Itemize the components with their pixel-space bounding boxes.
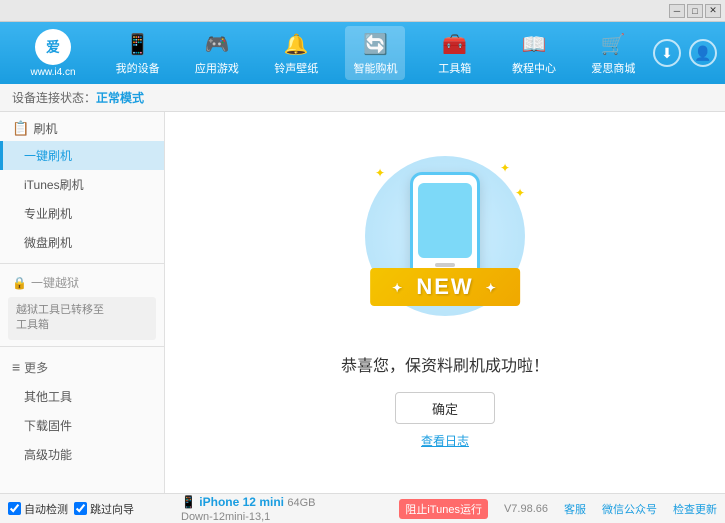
nav-mall-label: 爱思商城 [591, 60, 635, 76]
my-device-icon: 📱 [124, 30, 152, 58]
more-section-label: 更多 [24, 359, 48, 376]
auto-connect-checkbox[interactable]: 自动检测 [8, 501, 68, 517]
nav-ringtones[interactable]: 🔔 铃声壁纸 [266, 26, 326, 80]
download-button[interactable]: ⬇ [653, 39, 681, 67]
sparkle-2: ✦ [500, 161, 510, 175]
more-section-icon: ≡ [12, 359, 20, 375]
nav-tutorials-label: 教程中心 [512, 60, 556, 76]
nav-apps-games[interactable]: 🎮 应用游戏 [187, 26, 247, 80]
nav-apps-games-label: 应用游戏 [195, 60, 239, 76]
flash-section-icon: 📋 [12, 120, 29, 137]
jailbreak-note: 越狱工具已转移至 工具箱 [8, 297, 156, 340]
new-banner: NEW [370, 268, 520, 306]
new-label: NEW [416, 274, 473, 299]
illustration: ✦ ✦ ✦ NEW [345, 156, 545, 336]
back-link[interactable]: 查看日志 [421, 432, 469, 449]
header-right: ⬇ 👤 [653, 39, 717, 67]
flash-section-title: 📋 刷机 [0, 112, 164, 141]
nav-toolbox[interactable]: 🧰 工具箱 [425, 26, 485, 80]
flash-section-label: 刷机 [33, 120, 57, 137]
confirm-button[interactable]: 确定 [395, 392, 495, 424]
skip-wizard-checkbox[interactable]: 跳过向导 [74, 501, 134, 517]
user-button[interactable]: 👤 [689, 39, 717, 67]
auto-connect-label: 自动检测 [24, 501, 68, 517]
title-bar: ─ □ ✕ [0, 0, 725, 22]
sidebar-item-download-firmware[interactable]: 下载固件 [0, 411, 164, 440]
maximize-button[interactable]: □ [687, 4, 703, 18]
toolbox-icon: 🧰 [441, 30, 469, 58]
logo-subtext: www.i4.cn [30, 67, 75, 78]
device-name: iPhone 12 mini [199, 495, 284, 509]
sidebar-divider-1 [0, 263, 164, 264]
device-storage: 64GB [287, 497, 315, 509]
minimize-button[interactable]: ─ [669, 4, 685, 18]
bottom-right: 阻止iTunes运行 V7.98.66 客服 微信公众号 检查更新 [399, 499, 717, 519]
more-section-title: ≡ 更多 [0, 353, 164, 382]
nav-bar: 📱 我的设备 🎮 应用游戏 🔔 铃声壁纸 🔄 智能购机 🧰 工具箱 📖 教程中心… [98, 26, 653, 80]
header: 爱 www.i4.cn 📱 我的设备 🎮 应用游戏 🔔 铃声壁纸 🔄 智能购机 … [0, 22, 725, 84]
sidebar: 📋 刷机 一键刷机 iTunes刷机 专业刷机 微盘刷机 🔒 一键越狱 越狱工具… [0, 112, 165, 493]
logo-area: 爱 www.i4.cn [8, 29, 98, 78]
phone-icon: 📱 [181, 495, 196, 509]
sidebar-item-one-click-flash[interactable]: 一键刷机 [0, 141, 164, 170]
content-area: ✦ ✦ ✦ NEW 恭喜您，保资料刷机成功啦！ 确定 查看日志 [165, 112, 725, 493]
skip-wizard-label: 跳过向导 [90, 501, 134, 517]
stop-itunes-button[interactable]: 阻止iTunes运行 [399, 499, 488, 519]
advanced-label: 高级功能 [24, 448, 72, 462]
nav-smart-shop-label: 智能购机 [353, 60, 397, 76]
nav-tutorials[interactable]: 📖 教程中心 [504, 26, 564, 80]
bottom-left: 自动检测 跳过向导 [8, 501, 173, 517]
nav-ringtones-label: 铃声壁纸 [274, 60, 318, 76]
jailbreak-section-title: 🔒 一键越狱 [0, 270, 164, 295]
device-info: 📱 iPhone 12 mini 64GB Down-12mini-13,1 [173, 495, 399, 523]
skip-wizard-input[interactable] [74, 502, 87, 515]
wechat-link[interactable]: 微信公众号 [602, 501, 657, 517]
smart-shop-icon: 🔄 [361, 30, 389, 58]
status-label: 设备连接状态： [12, 89, 96, 106]
sparkle-3: ✦ [515, 186, 525, 200]
main-area: 📋 刷机 一键刷机 iTunes刷机 专业刷机 微盘刷机 🔒 一键越狱 越狱工具… [0, 112, 725, 493]
jailbreak-label: 一键越狱 [31, 274, 79, 291]
status-bar: 设备连接状态： 正常模式 [0, 84, 725, 112]
nav-my-device[interactable]: 📱 我的设备 [108, 26, 168, 80]
jailbreak-note-line1: 越狱工具已转移至 [16, 304, 104, 316]
close-button[interactable]: ✕ [705, 4, 721, 18]
download-firmware-label: 下载固件 [24, 419, 72, 433]
phone-screen [418, 183, 472, 258]
pro-flash-label: 专业刷机 [24, 207, 72, 221]
bottom-bar: 自动检测 跳过向导 📱 iPhone 12 mini 64GB Down-12m… [0, 493, 725, 523]
one-click-flash-label: 一键刷机 [24, 149, 72, 163]
customer-service-link[interactable]: 客服 [564, 501, 586, 517]
sidebar-item-advanced[interactable]: 高级功能 [0, 440, 164, 469]
sparkle-1: ✦ [375, 166, 385, 180]
auto-connect-input[interactable] [8, 502, 21, 515]
apps-games-icon: 🎮 [203, 30, 231, 58]
ringtones-icon: 🔔 [282, 30, 310, 58]
success-message: 恭喜您，保资料刷机成功啦！ [341, 352, 549, 376]
mall-icon: 🛒 [599, 30, 627, 58]
nav-smart-shop[interactable]: 🔄 智能购机 [345, 26, 405, 80]
version-label: V7.98.66 [504, 503, 548, 515]
sidebar-divider-2 [0, 346, 164, 347]
itunes-flash-label: iTunes刷机 [24, 178, 84, 192]
nav-my-device-label: 我的设备 [116, 60, 160, 76]
nav-mall[interactable]: 🛒 爱思商城 [583, 26, 643, 80]
other-tools-label: 其他工具 [24, 390, 72, 404]
device-system: Down-12mini-13,1 [181, 511, 270, 523]
jailbreak-note-line2: 工具箱 [16, 319, 49, 331]
sidebar-item-pro-flash[interactable]: 专业刷机 [0, 199, 164, 228]
check-update-link[interactable]: 检查更新 [673, 501, 717, 517]
sidebar-item-other-tools[interactable]: 其他工具 [0, 382, 164, 411]
nav-toolbox-label: 工具箱 [438, 60, 471, 76]
logo-icon: 爱 [35, 29, 71, 65]
lock-icon: 🔒 [12, 276, 27, 290]
sidebar-item-micro-flash[interactable]: 微盘刷机 [0, 228, 164, 257]
sidebar-item-itunes-flash[interactable]: iTunes刷机 [0, 170, 164, 199]
micro-flash-label: 微盘刷机 [24, 236, 72, 250]
status-value: 正常模式 [96, 89, 144, 106]
tutorials-icon: 📖 [520, 30, 548, 58]
phone-home-btn [435, 263, 455, 267]
